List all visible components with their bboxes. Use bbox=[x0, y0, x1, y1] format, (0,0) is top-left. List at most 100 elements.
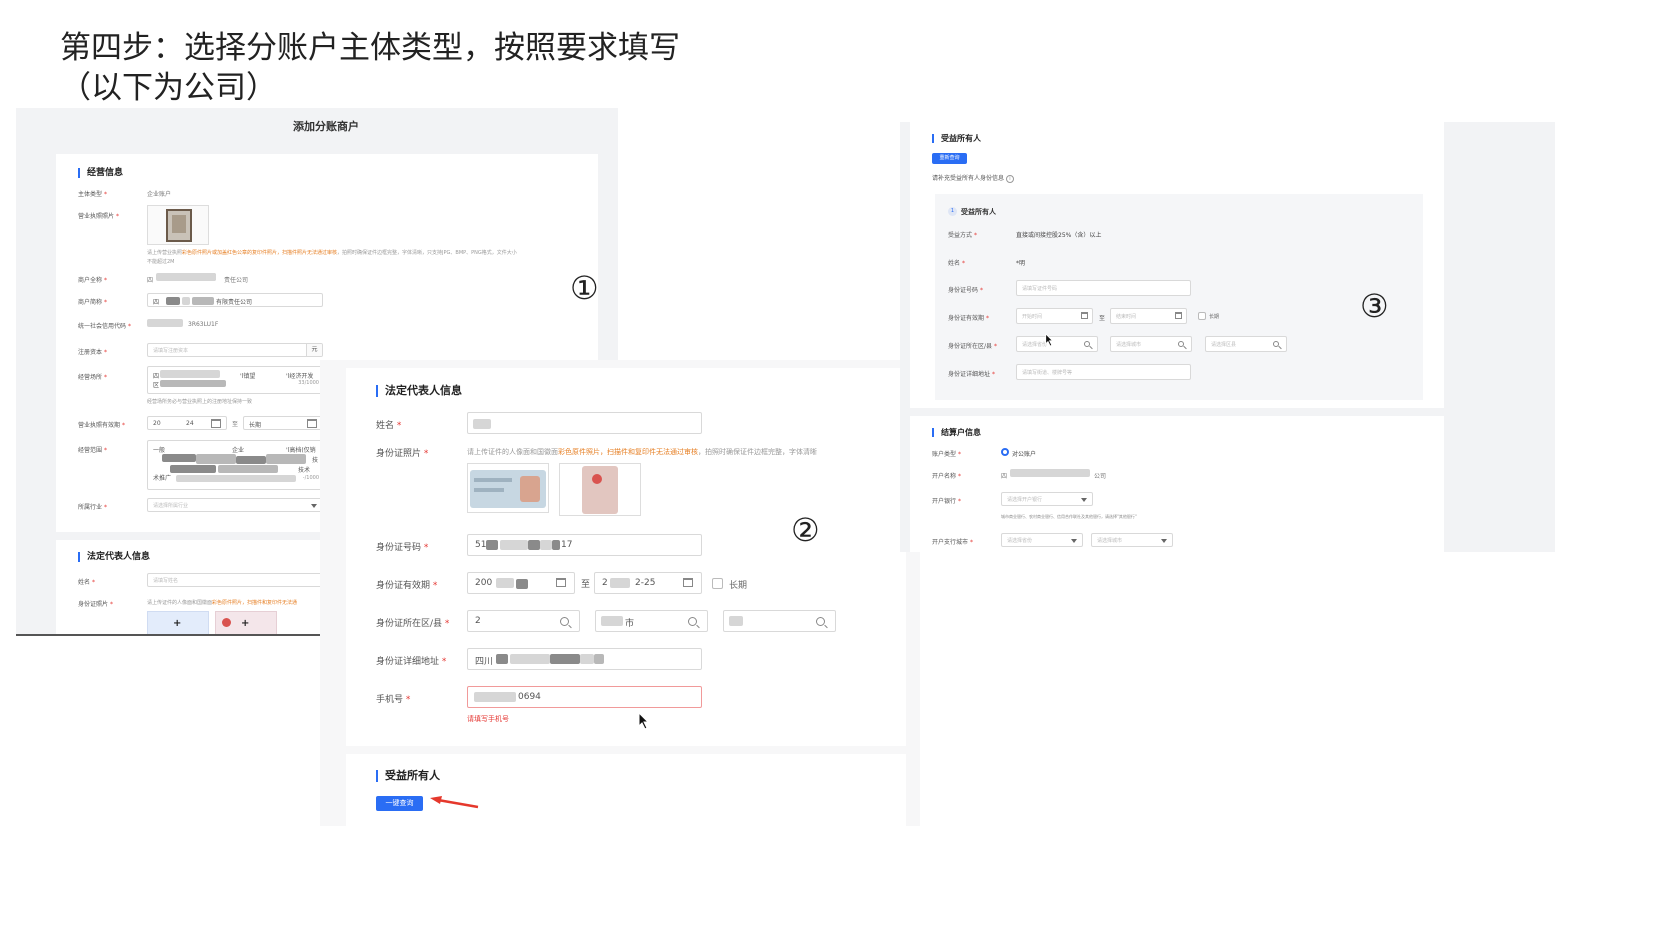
id-province-select[interactable]: 2 bbox=[467, 610, 580, 632]
account-name-label: 开户名称 * bbox=[932, 473, 961, 480]
full-name-value-start: 四 bbox=[147, 277, 154, 284]
id-address-input[interactable]: 四川 bbox=[467, 648, 702, 670]
license-validity-start[interactable]: 20 24 bbox=[147, 416, 227, 430]
beneficiary-id-input[interactable]: 请填写证件号码 bbox=[1016, 280, 1191, 296]
chevron-down-icon bbox=[1081, 498, 1087, 502]
legal-name-input[interactable]: 请填写姓名 bbox=[147, 573, 323, 587]
slide-title-line-2: （以下为公司） bbox=[60, 70, 277, 106]
credit-code-value: 3R63LU1F bbox=[188, 321, 219, 328]
add-icon: + bbox=[241, 618, 250, 629]
account-type-radio[interactable] bbox=[1001, 448, 1009, 456]
address-label: 经营场所 * bbox=[78, 374, 107, 381]
id-validity-end[interactable]: 2 2-25 bbox=[594, 572, 702, 594]
redacted-block bbox=[218, 465, 278, 473]
beneficiary-name-label: 姓名 * bbox=[948, 260, 965, 267]
legal-name-input[interactable] bbox=[467, 412, 702, 434]
benefit-method-label: 受益方式 * bbox=[948, 232, 977, 239]
mouse-cursor-icon bbox=[1045, 333, 1054, 347]
bank-note: 城市商业银行、农村商业银行、信用合作联社及其他银行，请选择"其他银行" bbox=[1001, 514, 1137, 519]
license-photo-thumb[interactable] bbox=[147, 205, 209, 245]
address-note: 经营场所务必与营业执照上的注册地址保持一致 bbox=[147, 399, 253, 405]
chevron-down-icon bbox=[311, 504, 317, 508]
beneficiary-address-input[interactable]: 请填写街道、楼牌号等 bbox=[1016, 364, 1191, 380]
search-icon bbox=[560, 617, 569, 626]
beneficiary-district-select[interactable]: 请选择区县 bbox=[1205, 336, 1287, 352]
info-icon: i bbox=[1005, 175, 1014, 183]
license-note: 请上传营业执照彩色原件照片或加盖红色公章的复印件照片，扫描件照片无法通过审核，拍… bbox=[147, 250, 517, 256]
long-term-checkbox[interactable] bbox=[1198, 312, 1206, 320]
section-legal-rep: 法定代表人信息 bbox=[376, 385, 462, 397]
redacted-block bbox=[594, 654, 604, 664]
redacted-block bbox=[486, 540, 498, 550]
id-photo-note: 请上传证件的人像面和国徽面彩色原件照片，扫描件和复印件无法通过审核，拍照时确保证… bbox=[467, 448, 817, 456]
supplement-note: 请补充受益所有人身份信息 i bbox=[932, 173, 1014, 183]
id-front-upload[interactable]: + bbox=[147, 611, 209, 634]
phone-label: 手机号 * bbox=[376, 695, 411, 705]
step-marker-1: ① bbox=[570, 269, 599, 307]
legal-name-label: 姓名 * bbox=[376, 421, 402, 431]
phone-input[interactable]: 0694 bbox=[467, 686, 702, 708]
long-term-checkbox[interactable] bbox=[712, 578, 723, 589]
short-name-input[interactable]: 四 有限责任公司 bbox=[147, 293, 323, 307]
capital-unit: 元 bbox=[306, 344, 322, 356]
redacted-block bbox=[266, 454, 306, 464]
panel3-card-settlement bbox=[910, 416, 1444, 552]
license-validity-end[interactable]: 长期 bbox=[243, 416, 323, 430]
redacted-block bbox=[474, 692, 516, 702]
phone-error: 请填写手机号 bbox=[467, 715, 509, 723]
section-settlement: 结算户信息 bbox=[932, 428, 981, 437]
redacted-block bbox=[496, 578, 514, 588]
account-type-value: 对公账户 bbox=[1012, 451, 1037, 458]
license-validity-label: 营业执照有效期 * bbox=[78, 422, 125, 429]
id-number-input[interactable]: 51 17 bbox=[467, 534, 702, 556]
beneficiary-validity-label: 身份证有效期 * bbox=[948, 315, 989, 322]
chevron-down-icon bbox=[1071, 539, 1077, 543]
capital-input[interactable]: 请填写注册资本 元 bbox=[147, 343, 323, 357]
beneficiary-address-label: 身份证详细地址 * bbox=[948, 371, 995, 378]
calendar-icon bbox=[1175, 312, 1182, 319]
redacted-block bbox=[192, 297, 214, 305]
id-back-upload[interactable]: + bbox=[215, 611, 277, 634]
search-icon bbox=[688, 617, 697, 626]
branch-province-select[interactable]: 请选择省份 bbox=[1001, 533, 1083, 547]
industry-select[interactable]: 请选择所属行业 bbox=[147, 498, 323, 512]
branch-city-select[interactable]: 请选择城市 bbox=[1091, 533, 1173, 547]
bank-label: 开户银行 * bbox=[932, 498, 961, 505]
id-back-photo[interactable] bbox=[559, 463, 641, 516]
legal-id-note: 请上传证件的人像面和国徽面彩色原件照片，扫描件和复印件无法通 bbox=[147, 600, 298, 606]
capital-label: 注册资本 * bbox=[78, 349, 107, 356]
search-icon bbox=[1084, 341, 1090, 347]
beneficiary-id-label: 身份证号码 * bbox=[948, 287, 983, 294]
beneficiary-validity-start[interactable]: 开始时间 bbox=[1016, 308, 1093, 324]
step-marker-2: ② bbox=[791, 511, 820, 549]
id-front-photo[interactable] bbox=[467, 463, 549, 513]
business-scope-label: 经营范围 * bbox=[78, 447, 107, 454]
id-city-select[interactable]: 市 bbox=[595, 610, 708, 632]
id-number-label: 身份证号码 * bbox=[376, 543, 429, 553]
calendar-icon bbox=[683, 578, 693, 587]
branch-city-label: 开户支行城市 * bbox=[932, 539, 973, 546]
beneficiary-city-select[interactable]: 请选择城市 bbox=[1110, 336, 1192, 352]
beneficiary-validity-end[interactable]: 结束时间 bbox=[1110, 308, 1187, 324]
redacted-block bbox=[601, 616, 623, 626]
business-scope-textarea[interactable]: 一般 企业 'l高档(仅销 技 术推广 技术 -/1000 bbox=[147, 440, 323, 490]
address-textarea[interactable]: 四 'l镇望 'l经济开发 区 33/1000 bbox=[147, 366, 323, 394]
id-validity-start[interactable]: 200 bbox=[467, 572, 575, 594]
industry-label: 所属行业 * bbox=[78, 504, 107, 511]
redacted-block bbox=[170, 465, 216, 473]
bank-select[interactable]: 请选择开户银行 bbox=[1001, 492, 1093, 506]
slide-title-line-1: 第四步：选择分账户主体类型，按照要求填写 bbox=[60, 30, 680, 66]
beneficiary-region-label: 身份证所在区/县 * bbox=[948, 343, 997, 350]
id-district-select[interactable] bbox=[723, 610, 836, 632]
panel1-header: 添加分账商户 bbox=[293, 120, 359, 133]
redacted-block bbox=[550, 654, 580, 664]
beneficiary-province-select[interactable]: 请选择省份 bbox=[1016, 336, 1098, 352]
redacted-block bbox=[528, 540, 540, 550]
requery-button[interactable]: 重新查询 bbox=[932, 153, 967, 164]
one-click-query-button[interactable]: 一键查询 bbox=[376, 796, 423, 811]
section-beneficiary: 受益所有人 bbox=[376, 770, 440, 782]
redacted-block bbox=[510, 654, 550, 664]
benefit-method-value: 直接或间接控股25%（含）以上 bbox=[1016, 232, 1102, 239]
panel-beneficiary-settlement: 受益所有人 重新查询 请补充受益所有人身份信息 i 1 受益所有人 受益方式 *… bbox=[900, 122, 1555, 552]
subject-type-value: 企业账户 bbox=[147, 191, 172, 198]
